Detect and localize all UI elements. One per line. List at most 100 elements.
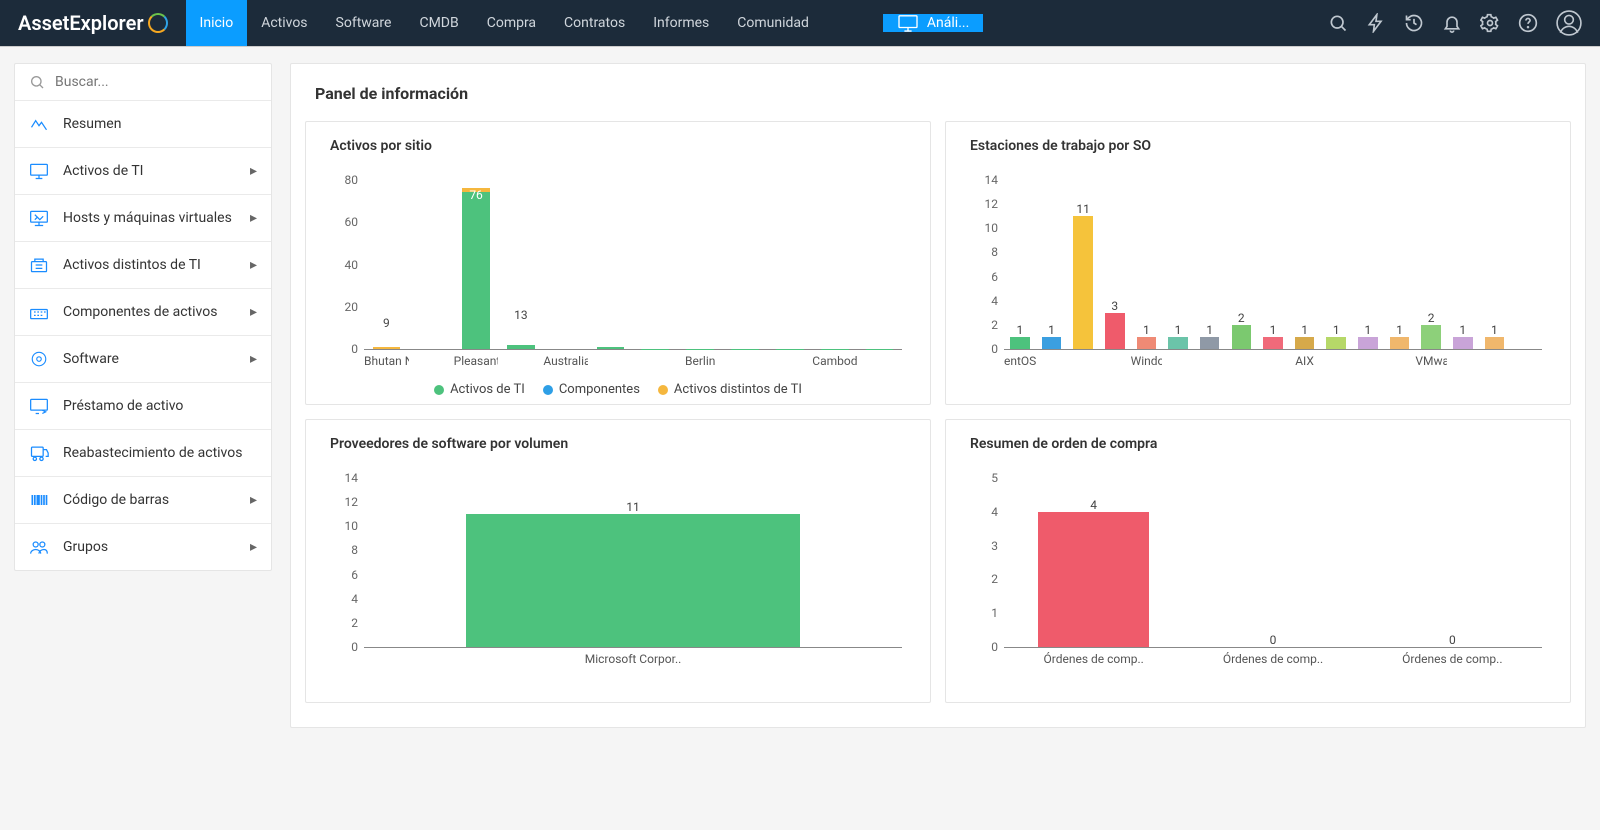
- nav-activos[interactable]: Activos: [247, 0, 321, 46]
- topbar: AssetExplorer InicioActivosSoftwareCMDBC…: [0, 0, 1600, 46]
- bar[interactable]: 1: [1010, 337, 1030, 349]
- bar-label: 1: [1048, 323, 1055, 337]
- sidebar-item-0[interactable]: Resumen: [15, 101, 271, 148]
- nav-analisis[interactable]: Análi...: [883, 14, 983, 32]
- sidebar-item-4[interactable]: Componentes de activos▸: [15, 289, 271, 336]
- bar[interactable]: 2: [1421, 325, 1441, 349]
- bar-group: [723, 180, 768, 349]
- bar-group: 0: [1183, 478, 1362, 647]
- bar[interactable]: 1: [1326, 337, 1346, 349]
- gear-icon[interactable]: [1480, 13, 1500, 33]
- bar[interactable]: 1: [1358, 337, 1378, 349]
- bar[interactable]: 1: [1453, 337, 1473, 349]
- chart-card-0: Activos por sitio02040608097613Bhutan Ne…: [305, 121, 931, 405]
- sidebar-item-7[interactable]: Reabastecimiento de activos: [15, 430, 271, 477]
- bar[interactable]: 1: [1263, 337, 1283, 349]
- bar-label: 1: [1333, 323, 1340, 337]
- bar[interactable]: 9: [373, 330, 401, 349]
- ytick: 12: [985, 197, 1005, 211]
- bar-seg[interactable]: [507, 345, 535, 349]
- sidebar-item-5[interactable]: Software▸: [15, 336, 271, 383]
- chevron-right-icon: ▸: [250, 257, 257, 273]
- nav-informes[interactable]: Informes: [639, 0, 723, 46]
- bar-label: 1: [1491, 323, 1498, 337]
- bar[interactable]: [731, 343, 759, 349]
- search-wrap[interactable]: [15, 64, 271, 101]
- bar[interactable]: 1: [1295, 337, 1315, 349]
- sidebar: ResumenActivos de TI▸Hosts y máquinas vi…: [14, 63, 272, 571]
- ytick: 0: [991, 640, 1004, 654]
- search-icon[interactable]: [1328, 13, 1348, 33]
- bar[interactable]: [641, 343, 669, 349]
- sidebar-item-8[interactable]: Código de barras▸: [15, 477, 271, 524]
- bar[interactable]: [686, 343, 714, 349]
- bar-group: 1: [1036, 180, 1068, 349]
- xlabel: [857, 354, 902, 368]
- chevron-right-icon: ▸: [250, 539, 257, 555]
- bar-group: 1: [1289, 180, 1321, 349]
- help-icon[interactable]: [1518, 13, 1538, 33]
- nav-cmdb[interactable]: CMDB: [405, 0, 472, 46]
- xlabel: [1384, 354, 1416, 368]
- bar-group: 9: [364, 180, 409, 349]
- bar[interactable]: 1: [1485, 337, 1505, 349]
- ytick: 20: [345, 300, 365, 314]
- nav-inicio[interactable]: Inicio: [186, 0, 248, 46]
- xlabel: Cambodia: [812, 354, 857, 368]
- bar-seg[interactable]: [462, 192, 490, 349]
- sidebar-item-2[interactable]: Hosts y máquinas virtuales▸: [15, 195, 271, 242]
- bar-label: 2: [1238, 311, 1245, 325]
- bar[interactable]: 1: [1200, 337, 1220, 349]
- history-icon[interactable]: [1404, 13, 1424, 33]
- legend-item[interactable]: Activos distintos de TI: [658, 382, 802, 397]
- avatar-icon[interactable]: [1556, 10, 1582, 36]
- legend-item[interactable]: Activos de TI: [434, 382, 525, 397]
- ytick: 0: [351, 640, 364, 654]
- nav-software[interactable]: Software: [322, 0, 406, 46]
- sidebar-item-9[interactable]: Grupos▸: [15, 524, 271, 570]
- bar[interactable]: 1: [1390, 337, 1410, 349]
- bar-inner-label: 76: [469, 188, 483, 202]
- legend-item[interactable]: Componentes: [543, 382, 640, 397]
- bar-label: 3: [1111, 299, 1118, 313]
- xlabel: [1194, 354, 1226, 368]
- analisis-label: Análi...: [927, 15, 969, 31]
- bar[interactable]: 1: [1137, 337, 1157, 349]
- bar[interactable]: 3: [1105, 313, 1125, 349]
- bar[interactable]: 76: [462, 184, 490, 349]
- ytick: 6: [991, 270, 1004, 284]
- bar-seg[interactable]: [373, 347, 401, 349]
- bar-group: [543, 180, 588, 349]
- sidebar-item-3[interactable]: Activos distintos de TI▸: [15, 242, 271, 289]
- chart-title: Activos por sitio: [306, 122, 930, 164]
- bar-group: 4: [1004, 478, 1183, 647]
- bar-seg[interactable]: [597, 347, 625, 349]
- bar[interactable]: [776, 345, 804, 349]
- nav-contratos[interactable]: Contratos: [550, 0, 639, 46]
- bar[interactable]: 2: [1232, 325, 1252, 349]
- bar[interactable]: [597, 332, 625, 349]
- sidebar-icon: [29, 303, 49, 321]
- bar-group: 1: [1257, 180, 1289, 349]
- search-input[interactable]: [55, 74, 257, 90]
- bolt-icon[interactable]: [1366, 13, 1386, 33]
- bar-group: [857, 180, 902, 349]
- bar[interactable]: 1: [1042, 337, 1062, 349]
- bar-group: 13: [498, 180, 543, 349]
- bar[interactable]: 13: [507, 322, 535, 349]
- sidebar-item-1[interactable]: Activos de TI▸: [15, 148, 271, 195]
- nav-compra[interactable]: Compra: [473, 0, 550, 46]
- nav-comunidad[interactable]: Comunidad: [723, 0, 823, 46]
- chevron-right-icon: ▸: [250, 304, 257, 320]
- bar[interactable]: 1: [1168, 337, 1188, 349]
- bar[interactable]: 11: [1073, 216, 1093, 349]
- chart-card-1: Estaciones de trabajo por SO024681012141…: [945, 121, 1571, 405]
- sidebar-icon: [29, 162, 49, 180]
- bell-icon[interactable]: [1442, 13, 1462, 33]
- bar[interactable]: 11: [466, 514, 800, 647]
- bar[interactable]: 4: [1038, 512, 1149, 647]
- sidebar-item-6[interactable]: Préstamo de activo: [15, 383, 271, 430]
- bar[interactable]: [821, 343, 849, 349]
- ytick: 8: [351, 543, 364, 557]
- bar[interactable]: [866, 343, 894, 349]
